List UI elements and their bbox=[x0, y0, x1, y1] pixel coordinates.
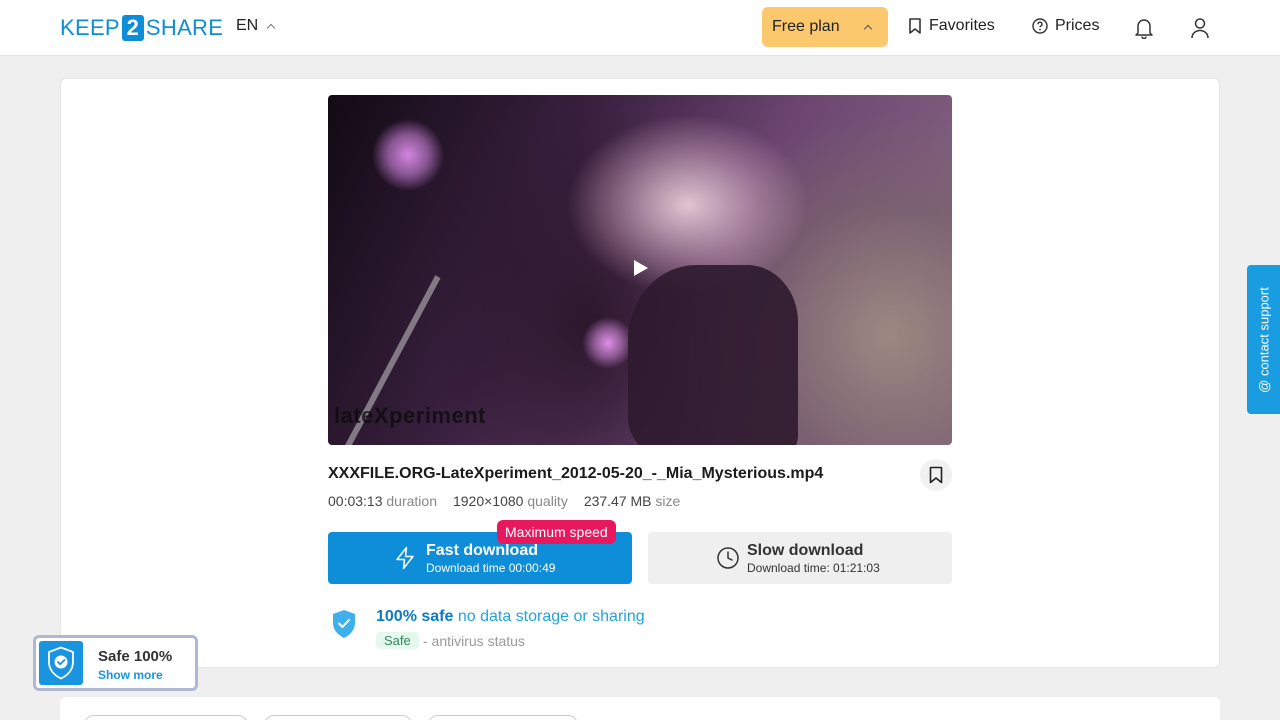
video-preview[interactable]: lateXperiment bbox=[328, 95, 952, 445]
notifications-button[interactable] bbox=[1130, 14, 1158, 42]
logo-text-right: SHARE bbox=[145, 15, 224, 40]
size-value: 237.47 MB bbox=[583, 493, 652, 509]
shield-check-icon bbox=[333, 610, 355, 638]
keep2share-logo[interactable]: KEEP 2 SHARE bbox=[60, 15, 223, 41]
plan-label: Free plan bbox=[772, 18, 840, 35]
slow-download-title: Slow download bbox=[747, 542, 864, 559]
prices-label: Prices bbox=[1055, 17, 1100, 34]
favorites-link[interactable]: Favorites bbox=[908, 17, 995, 35]
video-watermark: lateXperiment bbox=[334, 403, 486, 428]
safety-title: 100% safe no data storage or sharing bbox=[376, 608, 645, 626]
shield-icon bbox=[39, 641, 83, 685]
contact-support-tab[interactable]: @ contact support bbox=[1247, 265, 1280, 414]
file-meta: 00:03:13 duration 1920×1080 quality 237.… bbox=[328, 493, 680, 509]
safe-badge-widget[interactable]: Safe 100% Show more bbox=[33, 635, 198, 691]
logo-text-mid: 2 bbox=[121, 15, 144, 41]
quality-label: quality bbox=[527, 493, 568, 509]
size-label: size bbox=[655, 493, 681, 509]
quality-value: 1920×1080 bbox=[452, 493, 524, 509]
duration-info: 00:03:13 duration bbox=[328, 493, 437, 509]
language-label: EN bbox=[236, 17, 259, 34]
chevron-up-icon bbox=[266, 23, 276, 33]
secondary-card bbox=[60, 697, 1220, 720]
size-info: 237.47 MB size bbox=[584, 493, 681, 509]
duration-value: 00:03:13 bbox=[328, 493, 383, 509]
chevron-up-icon bbox=[863, 24, 873, 34]
favorites-label: Favorites bbox=[929, 17, 995, 34]
quality-info: 1920×1080 quality bbox=[453, 493, 568, 509]
tab-pill[interactable] bbox=[264, 715, 412, 720]
bookmark-icon bbox=[929, 466, 943, 484]
tab-pill[interactable] bbox=[84, 715, 248, 720]
add-to-favorites-button[interactable] bbox=[920, 459, 952, 491]
user-icon bbox=[1191, 18, 1209, 39]
play-icon[interactable] bbox=[634, 260, 648, 276]
fast-download-time: Download time 00:00:49 bbox=[426, 561, 556, 575]
show-more-link[interactable]: Show more bbox=[98, 668, 163, 682]
maximum-speed-badge: Maximum speed bbox=[497, 520, 616, 544]
contact-support-label: @ contact support bbox=[1256, 286, 1271, 393]
safety-title-strong: 100% safe bbox=[376, 608, 454, 625]
duration-label: duration bbox=[386, 493, 437, 509]
safety-title-rest: no data storage or sharing bbox=[457, 608, 645, 625]
antivirus-status-badge: Safe bbox=[376, 632, 419, 649]
safe-widget-title: Safe 100% bbox=[98, 648, 173, 665]
bookmark-icon bbox=[909, 18, 921, 34]
clock-icon bbox=[717, 547, 739, 569]
account-button[interactable] bbox=[1186, 14, 1214, 42]
fast-download-title: Fast download bbox=[426, 542, 538, 559]
lightning-icon bbox=[396, 546, 414, 570]
video-frame-detail bbox=[628, 265, 798, 445]
file-name: XXXFILE.ORG-LateXperiment_2012-05-20_-_M… bbox=[328, 465, 824, 482]
help-circle-icon bbox=[1032, 18, 1048, 34]
bell-icon bbox=[1135, 19, 1153, 39]
language-selector[interactable]: EN bbox=[236, 17, 276, 35]
slow-download-button[interactable]: Slow download Download time: 01:21:03 bbox=[648, 532, 952, 584]
tab-pill[interactable] bbox=[428, 715, 578, 720]
slow-download-time: Download time: 01:21:03 bbox=[747, 561, 880, 575]
top-header: KEEP 2 SHARE EN Free plan Favorites Pric… bbox=[0, 0, 1280, 56]
prices-link[interactable]: Prices bbox=[1032, 17, 1099, 35]
free-plan-button[interactable]: Free plan bbox=[762, 7, 888, 47]
logo-text-left: KEEP bbox=[60, 15, 120, 40]
antivirus-status-label: - antivirus status bbox=[423, 633, 525, 649]
